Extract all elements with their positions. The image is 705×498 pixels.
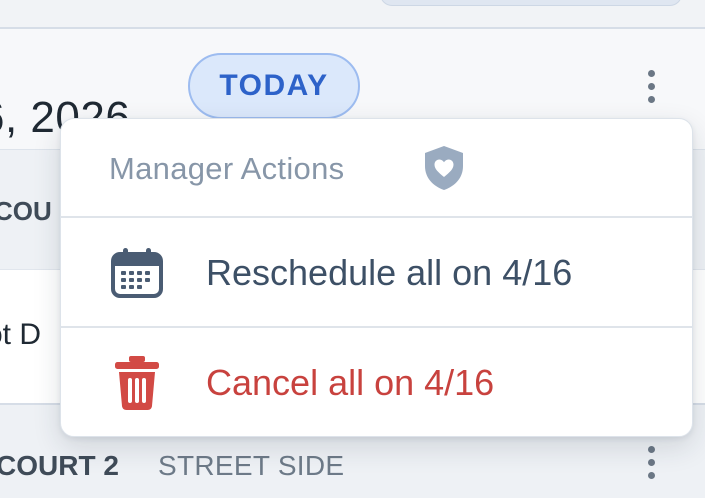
slot-label: ot D bbox=[0, 318, 42, 351]
calendar-icon bbox=[111, 248, 163, 298]
kebab-dot bbox=[647, 83, 655, 90]
menu-header-label: Manager Actions bbox=[109, 151, 345, 186]
kebab-dot bbox=[647, 459, 655, 466]
reschedule-all-label: Reschedule all on 4/16 bbox=[206, 252, 573, 293]
kebab-dot bbox=[647, 70, 655, 77]
manager-actions-menu: Manager Actions Reschedule all on 4/16 C… bbox=[60, 118, 693, 437]
kebab-dot bbox=[647, 472, 655, 479]
top-pill[interactable] bbox=[380, 0, 682, 6]
trash-icon bbox=[115, 356, 159, 410]
court-header-label: COU bbox=[0, 196, 52, 226]
today-badge: TODAY bbox=[188, 53, 360, 119]
court-2-more-options-icon[interactable] bbox=[645, 446, 657, 479]
page: 6, 2026 TODAY COU ot D COURT 2 STREET SI… bbox=[0, 0, 705, 498]
shield-heart-icon bbox=[425, 146, 463, 190]
menu-header: Manager Actions bbox=[61, 119, 692, 218]
court-2-name: COURT 2 bbox=[0, 450, 119, 481]
reschedule-all-menu-item[interactable]: Reschedule all on 4/16 bbox=[61, 218, 692, 328]
top-strip bbox=[0, 0, 705, 28]
cancel-all-label: Cancel all on 4/16 bbox=[206, 362, 495, 403]
more-options-icon[interactable] bbox=[645, 70, 657, 103]
cancel-all-menu-item[interactable]: Cancel all on 4/16 bbox=[61, 328, 692, 436]
kebab-dot bbox=[647, 96, 655, 103]
kebab-dot bbox=[647, 446, 655, 453]
court-2-subtitle: STREET SIDE bbox=[158, 450, 345, 481]
